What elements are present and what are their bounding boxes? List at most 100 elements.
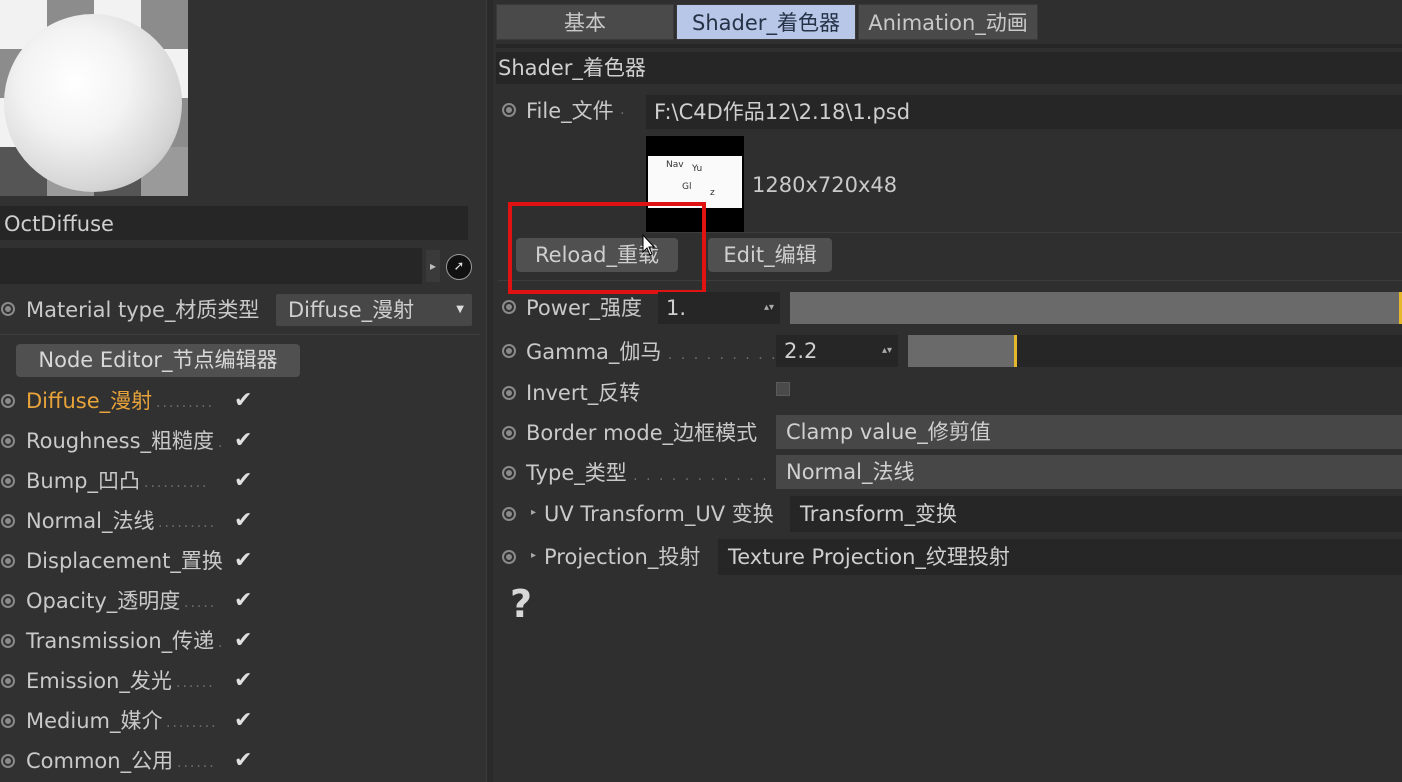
tab-divider — [496, 44, 1402, 48]
type-select[interactable]: Normal_法线 — [776, 455, 1402, 489]
channel-label[interactable]: Bump_凹凸 — [26, 466, 140, 496]
border-mode-radio-icon[interactable] — [502, 426, 516, 440]
projection-radio-icon[interactable] — [502, 550, 516, 564]
tab-animation[interactable]: Animation_动画 — [858, 4, 1038, 40]
channel-check-icon[interactable]: ✔ — [234, 466, 252, 496]
material-type-select[interactable]: Diffuse_漫射 ▼ — [276, 294, 472, 326]
channel-item[interactable]: Common_公用...... ✔ — [0, 746, 260, 776]
projection-field[interactable]: Texture Projection_纹理投射 — [718, 539, 1402, 575]
type-radio-icon[interactable] — [502, 466, 516, 480]
pick-arrow-icon[interactable]: ➚ — [446, 254, 472, 280]
material-type-value: Diffuse_漫射 — [288, 298, 415, 322]
preview-sphere — [4, 14, 182, 192]
channel-radio-icon[interactable] — [1, 634, 15, 648]
channel-check-icon[interactable]: ✔ — [234, 506, 252, 536]
gamma-slider[interactable] — [908, 335, 1402, 367]
channel-radio-icon[interactable] — [1, 594, 15, 608]
power-radio-icon[interactable] — [502, 300, 516, 314]
channel-radio-icon[interactable] — [1, 714, 15, 728]
border-mode-label: Border mode_边框模式 — [526, 421, 758, 445]
channel-item[interactable]: Normal_法线......... ✔ — [0, 506, 260, 536]
channel-item[interactable]: Emission_发光...... ✔ — [0, 666, 260, 696]
channel-label[interactable]: Transmission_传递 — [26, 626, 214, 656]
invert-radio-icon[interactable] — [502, 386, 516, 400]
gamma-slider-fill — [908, 335, 1017, 367]
channel-label[interactable]: Displacement_置换 — [26, 546, 223, 576]
gamma-value: 2.2 — [784, 339, 818, 363]
file-path-field[interactable]: F:\C4D作品12\2.18\1.psd — [646, 95, 1402, 129]
gamma-value-field[interactable]: 2.2 ▴▾ — [776, 335, 898, 367]
channel-label[interactable]: Opacity_透明度 — [26, 586, 180, 616]
expand-arrow-icon[interactable]: ▸ — [531, 550, 536, 561]
section-title: Shader_着色器 — [496, 52, 1402, 84]
channel-item[interactable]: Diffuse_漫射......... ✔ — [0, 386, 260, 416]
channel-label[interactable]: Normal_法线 — [26, 506, 154, 536]
power-value-field[interactable]: 1. ▴▾ — [658, 292, 780, 324]
channel-item[interactable]: Medium_媒介........ ✔ — [0, 706, 260, 736]
channel-radio-icon[interactable] — [1, 434, 15, 448]
channel-check-icon[interactable]: ✔ — [234, 666, 252, 696]
expand-arrow-icon[interactable]: ▸ — [531, 507, 536, 518]
edit-button[interactable]: Edit_编辑 — [708, 238, 832, 272]
expand-arrow-button[interactable]: ▸ — [426, 250, 440, 282]
spinner-arrows-icon[interactable]: ▴▾ — [764, 292, 774, 324]
dot-leader: ........ — [166, 715, 218, 731]
channel-radio-icon[interactable] — [1, 754, 15, 768]
channel-check-icon[interactable]: ✔ — [234, 626, 252, 656]
material-name-field[interactable]: OctDiffuse — [0, 206, 468, 240]
gamma-radio-icon[interactable] — [502, 344, 516, 358]
material-type-radio-icon[interactable] — [1, 302, 15, 316]
channel-item[interactable]: Roughness_粗糙度. ✔ — [0, 426, 260, 456]
link-field[interactable] — [0, 248, 422, 284]
channel-item[interactable]: Transmission_传递. ✔ — [0, 626, 260, 656]
chevron-down-icon: ▼ — [456, 304, 464, 315]
power-label: Power_强度 — [526, 296, 642, 320]
channel-check-icon[interactable]: ✔ — [234, 426, 252, 456]
invert-label: Invert_反转 — [526, 381, 641, 405]
dot-leader: . — [218, 635, 225, 651]
help-icon[interactable]: ? — [510, 582, 532, 626]
channel-check-icon[interactable]: ✔ — [234, 586, 252, 616]
channel-radio-icon[interactable] — [1, 514, 15, 528]
channel-check-icon[interactable]: ✔ — [234, 386, 252, 416]
channel-label[interactable]: Roughness_粗糙度 — [26, 426, 214, 456]
highlight-box — [508, 202, 706, 294]
channel-label[interactable]: Common_公用 — [26, 746, 173, 776]
border-mode-select[interactable]: Clamp value_修剪值 — [776, 415, 1402, 449]
uv-transform-radio-icon[interactable] — [502, 507, 516, 521]
dot-leader: .......... — [144, 475, 209, 491]
divider-line — [646, 232, 1402, 233]
invert-checkbox[interactable] — [776, 382, 790, 396]
file-radio-icon[interactable] — [502, 103, 516, 117]
channel-check-icon[interactable]: ✔ — [234, 546, 252, 576]
channel-label[interactable]: Diffuse_漫射 — [26, 386, 152, 416]
channel-radio-icon[interactable] — [1, 674, 15, 688]
material-type-label: Material type_材质类型 — [26, 298, 260, 322]
channel-item[interactable]: Opacity_透明度..... ✔ — [0, 586, 260, 616]
dot-leader: ...... — [176, 675, 215, 691]
dot-leader: ......... — [158, 515, 217, 531]
channel-radio-icon[interactable] — [1, 554, 15, 568]
uv-transform-label: UV Transform_UV 变换 — [544, 502, 774, 526]
gamma-label: Gamma_伽马 . . . . . . . . . . . — [526, 340, 804, 364]
channel-radio-icon[interactable] — [1, 474, 15, 488]
channel-label[interactable]: Medium_媒介 — [26, 706, 162, 736]
channel-check-icon[interactable]: ✔ — [234, 746, 252, 776]
panel-divider[interactable] — [486, 0, 493, 782]
channel-item[interactable]: Bump_凹凸.......... ✔ — [0, 466, 260, 496]
channel-label[interactable]: Emission_发光 — [26, 666, 172, 696]
tab-basic[interactable]: 基本 — [496, 4, 674, 40]
tab-shader[interactable]: Shader_着色器 — [676, 4, 856, 40]
power-slider[interactable] — [790, 292, 1402, 324]
spinner-arrows-icon[interactable]: ▴▾ — [882, 335, 892, 367]
channel-radio-icon[interactable] — [1, 394, 15, 408]
channel-check-icon[interactable]: ✔ — [234, 706, 252, 736]
dot-leader: ......... — [156, 395, 215, 411]
dot-leader: . — [218, 435, 225, 451]
channel-item[interactable]: Displacement_置换 ✔ — [0, 546, 260, 576]
texture-resolution: 1280x720x48 — [752, 173, 898, 197]
node-editor-button[interactable]: Node Editor_节点编辑器 — [16, 344, 300, 377]
dot-leader: ...... — [177, 755, 216, 771]
gamma-slider-handle[interactable] — [1013, 335, 1017, 367]
uv-transform-field[interactable]: Transform_变换 — [790, 496, 1402, 532]
